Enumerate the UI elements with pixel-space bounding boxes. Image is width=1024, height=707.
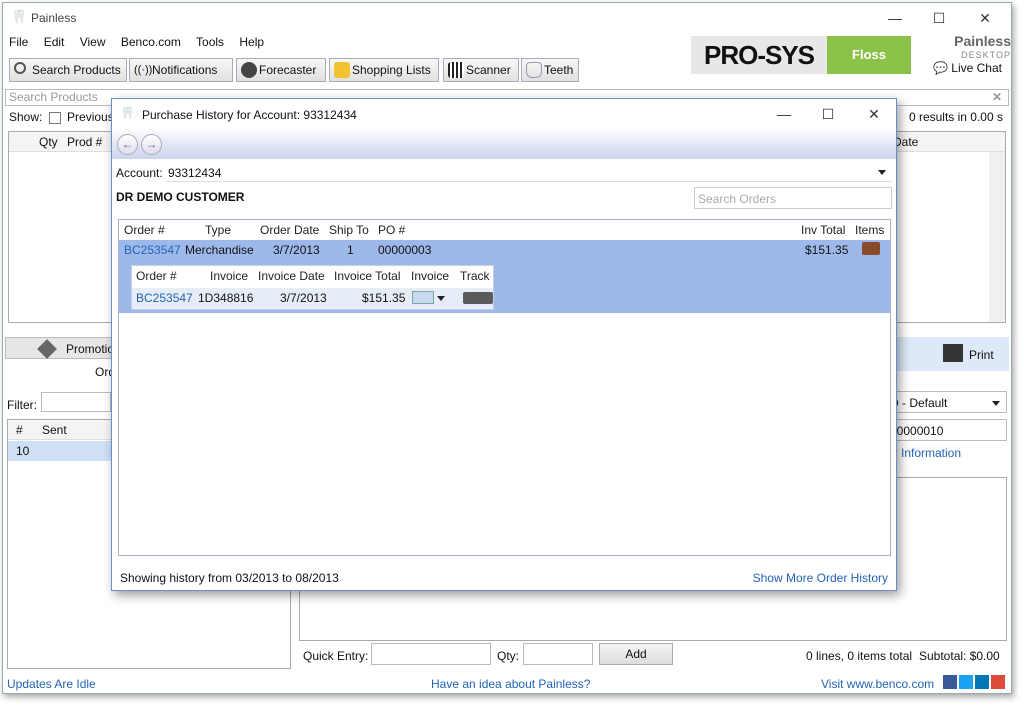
clear-search-icon[interactable]: ✕ <box>989 90 1002 105</box>
search-icon <box>14 62 26 74</box>
items-icon[interactable] <box>862 242 880 255</box>
live-chat-button[interactable]: 💬 Live Chat <box>933 61 1002 75</box>
filter-label: Filter: <box>7 398 37 412</box>
print-button[interactable]: Print <box>969 348 994 362</box>
show-more-history-link[interactable]: Show More Order History <box>753 571 888 585</box>
customer-name: DR DEMO CUSTOMER <box>116 190 245 204</box>
prosys-banner[interactable]: PRO-SYS <box>691 36 827 74</box>
app-title: Painless <box>31 11 77 25</box>
painless-logo: Painless DESKTOP <box>954 33 1011 60</box>
chevron-down-icon[interactable] <box>437 296 445 301</box>
minimize-button[interactable]: — <box>875 7 915 29</box>
notifications-tab[interactable]: ((·)) Notifications <box>129 58 233 82</box>
account-select[interactable]: 93312434 <box>166 162 892 182</box>
idea-link[interactable]: Have an idea about Painless? <box>431 677 590 691</box>
dialog-close-button[interactable]: ✕ <box>854 103 894 125</box>
table-row[interactable]: BC253547 1D348816 3/7/2013 $151.35 <box>132 288 493 309</box>
information-link[interactable]: er Information <box>887 446 961 460</box>
purchase-history-dialog: 🦷 Purchase History for Account: 93312434… <box>111 98 897 591</box>
floss-banner[interactable]: Floss <box>827 36 911 74</box>
forecaster-icon <box>241 62 257 78</box>
maximize-button[interactable]: ☐ <box>919 7 959 29</box>
dialog-title: Purchase History for Account: 93312434 <box>142 108 357 122</box>
back-arrow-icon[interactable]: ← <box>117 134 138 155</box>
show-row: Show: Previous I <box>9 110 121 124</box>
menu-bar: File Edit View Benco.com Tools Help <box>9 35 276 49</box>
truck-icon[interactable] <box>463 292 493 304</box>
printer-icon <box>943 344 963 362</box>
tooth-icon: 🦷 <box>11 9 28 24</box>
menu-help[interactable]: Help <box>239 35 264 49</box>
results-count: 0 results in 0.00 s <box>908 110 1003 124</box>
previous-checkbox[interactable] <box>48 111 61 124</box>
google-plus-icon[interactable] <box>991 675 1005 689</box>
scanner-tab[interactable]: Scanner <box>443 58 519 82</box>
history-range-text: Showing history from 03/2013 to 08/2013 <box>120 571 339 585</box>
menu-benco[interactable]: Benco.com <box>121 35 181 49</box>
chevron-down-icon <box>992 401 1000 406</box>
forward-arrow-icon[interactable]: → <box>141 134 162 155</box>
status-bar: Updates Are Idle Have an idea about Pain… <box>3 673 1011 693</box>
dialog-title-bar: 🦷 Purchase History for Account: 93312434… <box>112 99 896 129</box>
pencil-icon <box>334 62 350 78</box>
invoice-subtable: Order # Invoice Invoice Date Invoice Tot… <box>131 265 494 310</box>
linkedin-icon[interactable] <box>975 675 989 689</box>
menu-file[interactable]: File <box>9 35 28 49</box>
invoice-view-icon[interactable] <box>412 291 434 304</box>
order-link[interactable]: BC253547 <box>124 243 181 257</box>
number-field[interactable]: 00000010 <box>885 419 1007 441</box>
updates-status: Updates Are Idle <box>7 677 96 691</box>
tag-icon <box>37 339 57 359</box>
chat-icon: 💬 <box>933 61 948 75</box>
nav-bar: ← → <box>112 129 896 159</box>
tooth-icon <box>526 62 542 78</box>
tooth-icon: 🦷 <box>120 106 135 120</box>
forecaster-tab[interactable]: Forecaster <box>236 58 326 82</box>
search-products-tab[interactable]: Search Products <box>9 58 127 82</box>
chevron-down-icon <box>878 170 886 175</box>
facebook-icon[interactable] <box>943 675 957 689</box>
qty-input[interactable] <box>523 643 593 665</box>
dialog-maximize-button[interactable]: ☐ <box>808 103 848 125</box>
shopping-lists-tab[interactable]: Shopping Lists <box>329 58 439 82</box>
sub-order-link[interactable]: BC253547 <box>136 291 193 305</box>
title-bar: 🦷 Painless — ☐ ✕ <box>3 3 1011 31</box>
print-area: Print <box>885 337 1009 371</box>
quick-entry-input[interactable] <box>371 643 491 665</box>
search-orders-input[interactable]: Search Orders <box>694 187 892 209</box>
benco-link[interactable]: Visit www.benco.com <box>821 677 934 691</box>
add-button[interactable]: Add <box>599 643 673 665</box>
close-button[interactable]: ✕ <box>965 7 1005 29</box>
grid-scrollbar[interactable] <box>989 152 1005 322</box>
orders-table: Order # Type Order Date Ship To PO # Inv… <box>118 219 891 556</box>
menu-view[interactable]: View <box>80 35 106 49</box>
menu-tools[interactable]: Tools <box>196 35 224 49</box>
subtotal-text: Subtotal: $0.00 <box>919 649 1000 663</box>
table-row[interactable]: BC253547 Merchandise 3/7/2013 1 00000003… <box>119 240 890 313</box>
menu-edit[interactable]: Edit <box>44 35 65 49</box>
teeth-tab[interactable]: Teeth <box>521 58 579 82</box>
twitter-icon[interactable] <box>959 675 973 689</box>
totals-text: 0 lines, 0 items total <box>806 649 913 663</box>
barcode-icon <box>448 62 464 78</box>
filter-input[interactable] <box>41 392 111 412</box>
dialog-minimize-button[interactable]: — <box>764 103 804 125</box>
antenna-icon: ((·)) <box>134 64 153 76</box>
toolbar: Search Products ((·)) Notifications Fore… <box>3 58 703 84</box>
default-select[interactable]: D - Default <box>885 391 1007 413</box>
